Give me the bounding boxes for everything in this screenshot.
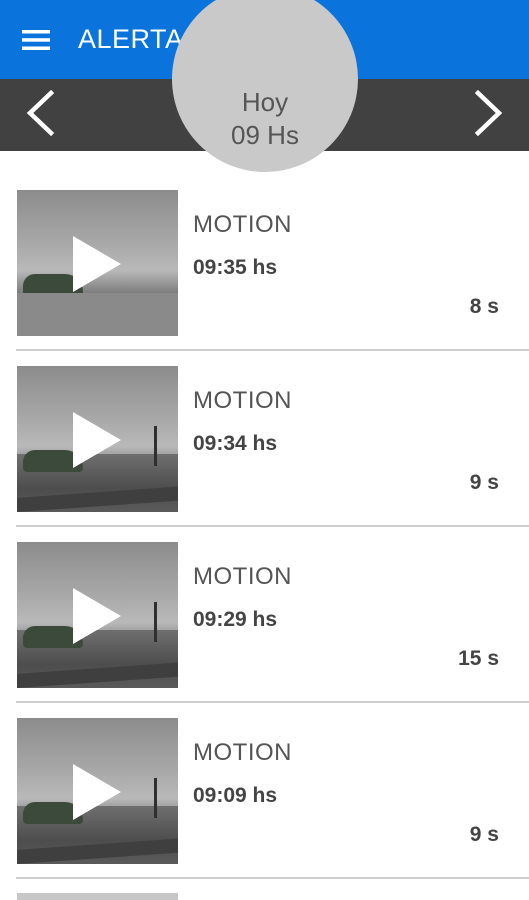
alert-duration: 8 s: [469, 295, 499, 318]
hamburger-menu-icon: [22, 29, 50, 51]
alert-type: MOTION: [193, 739, 292, 766]
divider: [16, 877, 529, 879]
alert-row[interactable]: MOTION 09:09 hs 9 s: [0, 679, 529, 879]
play-icon: [73, 236, 121, 292]
previous-hour-button[interactable]: [0, 79, 80, 151]
video-thumbnail[interactable]: [17, 366, 178, 512]
video-thumbnail[interactable]: [17, 718, 178, 864]
alert-type: MOTION: [193, 211, 292, 238]
play-icon: [73, 412, 121, 468]
chevron-left-icon: [25, 89, 55, 141]
alert-time: 09:29 hs: [193, 608, 278, 631]
alert-type: MOTION: [193, 563, 292, 590]
date-hour-label: 09 Hs: [231, 120, 299, 150]
thumbnail-tower: [154, 426, 157, 466]
date-day-label: Hoy: [241, 87, 289, 117]
thumbnail-tower: [154, 602, 157, 642]
video-thumbnail[interactable]: [17, 542, 178, 688]
alert-time: 09:34 hs: [193, 432, 278, 455]
next-video-thumbnail-partial[interactable]: [17, 893, 178, 900]
alert-time: 09:35 hs: [193, 256, 278, 279]
alert-time: 09:09 hs: [193, 784, 278, 807]
alerts-list: MOTION 09:35 hs 8 s MOTION 09:34 hs 9 s …: [0, 151, 529, 879]
video-thumbnail[interactable]: [17, 190, 178, 336]
play-icon: [73, 764, 121, 820]
alert-row[interactable]: MOTION 09:34 hs 9 s: [0, 327, 529, 527]
alert-duration: 9 s: [469, 471, 499, 494]
alert-row[interactable]: MOTION 09:29 hs 15 s: [0, 503, 529, 703]
alert-row[interactable]: MOTION 09:35 hs 8 s: [0, 151, 529, 351]
play-icon: [73, 588, 121, 644]
alert-duration: 9 s: [469, 823, 499, 846]
next-hour-button[interactable]: [449, 79, 529, 151]
alert-type: MOTION: [193, 387, 292, 414]
menu-button[interactable]: [0, 0, 78, 79]
chevron-right-icon: [474, 89, 504, 141]
alert-duration: 15 s: [458, 647, 499, 670]
thumbnail-tower: [154, 778, 157, 818]
date-selector[interactable]: Hoy 09 Hs: [172, 0, 358, 172]
